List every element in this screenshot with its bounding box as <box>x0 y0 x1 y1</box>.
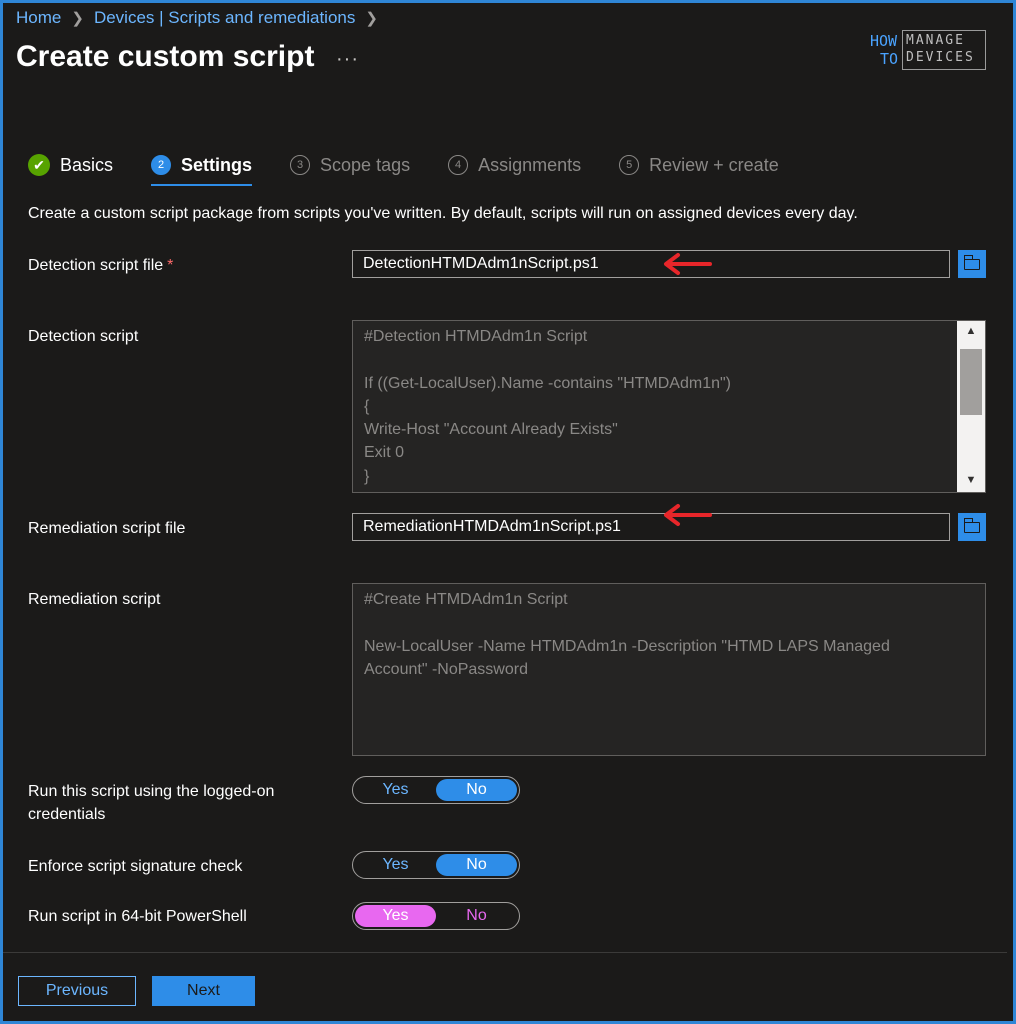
remediation-script-textarea[interactable]: #Create HTMDAdm1n Script New-LocalUser -… <box>352 583 986 756</box>
previous-button[interactable]: Previous <box>18 976 136 1006</box>
required-marker: * <box>167 257 174 274</box>
step-number: 2 <box>151 155 172 175</box>
code-line: If ((Get-LocalUser).Name -contains "HTMD… <box>364 374 731 392</box>
next-button[interactable]: Next <box>152 976 255 1006</box>
code-line: } <box>364 467 370 485</box>
logo-how-to: HOW TO <box>870 32 899 68</box>
scroll-up-icon[interactable]: ▲ <box>957 321 985 343</box>
step-number: 3 <box>290 155 311 175</box>
toggle-no-option[interactable]: No <box>436 779 517 801</box>
annotation-arrow-icon <box>664 253 712 275</box>
code-line: { <box>364 397 370 415</box>
chevron-right-icon: ❯ <box>365 10 378 27</box>
detection-file-input[interactable] <box>352 250 950 278</box>
signature-check-toggle[interactable]: Yes No <box>352 851 520 879</box>
code-line: Exit 0 <box>364 444 405 462</box>
remediation-script-label: Remediation script <box>28 591 161 608</box>
toggle-yes-option[interactable]: Yes <box>355 779 436 801</box>
step-label: Scope tags <box>320 154 411 175</box>
toggle-yes-option[interactable]: Yes <box>355 854 436 876</box>
code-line: #Detection HTMDAdm1n Script <box>364 328 588 345</box>
detection-script-textarea[interactable]: #Detection HTMDAdm1n Script If ((Get-Loc… <box>352 320 986 493</box>
toggle-no-option[interactable]: No <box>436 854 517 876</box>
tab-basics[interactable]: ✔ Basics <box>28 150 113 180</box>
step-label: Assignments <box>478 154 582 175</box>
logged-on-credentials-toggle[interactable]: Yes No <box>352 776 520 804</box>
remediation-file-label: Remediation script file <box>28 520 186 537</box>
scroll-thumb[interactable] <box>960 349 982 415</box>
folder-icon <box>963 517 980 533</box>
breadcrumb-devices-link[interactable]: Devices | Scripts and remediations <box>94 8 355 28</box>
tab-review-create[interactable]: 5 Review + create <box>619 150 779 180</box>
detection-file-label: Detection script file * <box>28 257 174 274</box>
powershell-64bit-label: Run script in 64-bit PowerShell <box>28 908 247 925</box>
site-logo: HOW TO MANAGE DEVICES <box>868 30 986 72</box>
step-label: Basics <box>60 154 114 175</box>
tab-scope-tags[interactable]: 3 Scope tags <box>290 150 410 180</box>
detection-script-label: Detection script <box>28 328 139 345</box>
more-options-icon[interactable]: ··· <box>336 48 359 71</box>
remediation-file-input[interactable] <box>352 513 950 541</box>
footer-divider <box>3 952 1007 953</box>
breadcrumb-home-link[interactable]: Home <box>16 8 61 28</box>
logged-on-credentials-label: Run this script using the logged-on crede… <box>28 783 275 823</box>
toggle-no-option[interactable]: No <box>436 905 517 927</box>
checkmark-icon: ✔ <box>28 154 50 176</box>
step-label: Review + create <box>649 154 779 175</box>
page-title: Create custom script <box>16 40 315 73</box>
chevron-right-icon: ❯ <box>71 10 84 27</box>
page-description: Create a custom script package from scri… <box>28 205 858 222</box>
logo-manage-devices: MANAGE DEVICES <box>906 33 975 65</box>
tab-settings[interactable]: 2 Settings <box>151 150 253 186</box>
code-line: Write-Host "Account Already Exists" <box>364 421 618 439</box>
detection-browse-button[interactable] <box>958 250 986 278</box>
wizard-steps: ✔ Basics 2 Settings 3 Scope tags 4 Assig… <box>28 150 817 186</box>
step-label: Settings <box>181 154 253 175</box>
step-number: 5 <box>619 155 640 175</box>
breadcrumb: Home ❯ Devices | Scripts and remediation… <box>16 8 378 28</box>
signature-check-label: Enforce script signature check <box>28 858 243 875</box>
annotation-arrow-icon <box>664 504 712 526</box>
code-line: #Create HTMDAdm1n Script <box>364 591 568 608</box>
folder-icon <box>963 254 980 270</box>
detection-scrollbar[interactable]: ▲ ▼ <box>957 321 985 492</box>
powershell-64bit-toggle[interactable]: Yes No <box>352 902 520 930</box>
remediation-browse-button[interactable] <box>958 513 986 541</box>
tab-assignments[interactable]: 4 Assignments <box>448 150 581 180</box>
toggle-yes-option[interactable]: Yes <box>355 905 436 927</box>
step-number: 4 <box>448 155 469 175</box>
code-line: New-LocalUser -Name HTMDAdm1n -Descripti… <box>364 637 890 655</box>
code-line: Account" -NoPassword <box>364 660 528 678</box>
scroll-down-icon[interactable]: ▼ <box>957 470 985 492</box>
